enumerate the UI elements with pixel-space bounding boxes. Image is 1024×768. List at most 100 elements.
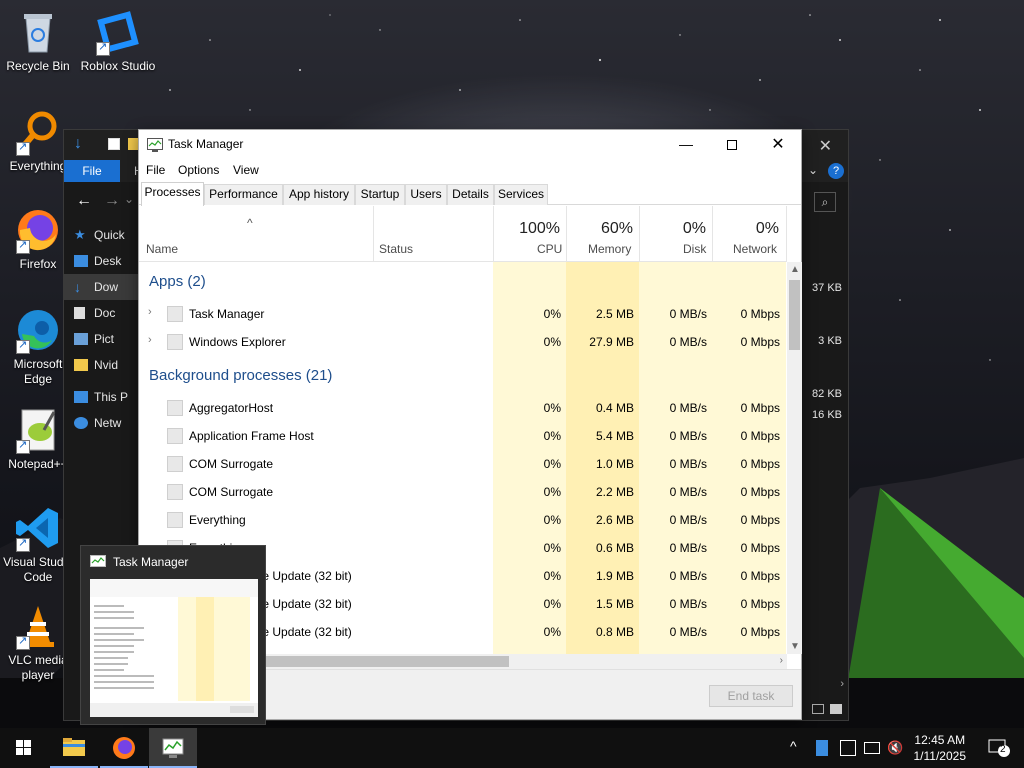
volume-muted-icon[interactable]: 🔇 <box>887 740 903 756</box>
tray-display-icon[interactable] <box>864 742 880 754</box>
recent-chevron-icon[interactable]: ⌄ <box>124 192 134 206</box>
tab-details[interactable]: Details <box>447 184 494 205</box>
shortcut-arrow-icon <box>16 438 30 454</box>
sidebar-item-pictures[interactable]: Pict <box>64 326 142 352</box>
table-row[interactable]: AggregatorHost 0% 0.4 MB 0 MB/s 0 Mbps <box>139 394 787 422</box>
column-network[interactable]: Network <box>733 242 777 256</box>
chevron-down-icon[interactable]: ⌄ <box>808 163 818 177</box>
column-status[interactable]: Status <box>379 242 413 256</box>
sidebar-item-network[interactable]: Netw <box>64 410 142 436</box>
tray-app-icon[interactable] <box>816 740 828 756</box>
process-net-value: 0 Mbps <box>740 335 780 349</box>
scroll-up-arrow-icon[interactable]: ▲ <box>790 264 800 275</box>
disk-total[interactable]: 0% <box>641 220 706 238</box>
group-apps[interactable]: Apps (2) <box>139 266 787 296</box>
sidebar-item-desktop[interactable]: Desk <box>64 248 142 274</box>
maximize-button[interactable] <box>709 130 755 159</box>
process-disk-value: 0 MB/s <box>669 457 707 471</box>
cpu-total[interactable]: 100% <box>495 220 560 238</box>
tab-performance[interactable]: Performance <box>204 184 283 205</box>
preview-thumbnail-image[interactable] <box>90 579 258 717</box>
process-mem-value: 5.4 MB <box>595 429 634 443</box>
table-row[interactable]: Application Frame Host 0% 5.4 MB 0 MB/s 0 Mb… <box>139 422 787 450</box>
table-row[interactable]: Everything 0% 2.6 MB 0 MB/s 0 Mbps <box>139 506 787 534</box>
process-net-value: 0 Mbps <box>740 485 780 499</box>
help-icon[interactable]: ? <box>828 163 844 179</box>
expand-chevron-icon[interactable]: › <box>148 306 152 318</box>
firefox-icon <box>113 737 135 759</box>
expand-chevron-icon[interactable]: › <box>148 334 152 346</box>
scrollbar-thumb[interactable] <box>789 280 800 350</box>
taskbar-file-explorer[interactable] <box>50 728 98 768</box>
column-cpu[interactable]: CPU <box>537 242 562 256</box>
column-name[interactable]: Name <box>146 242 178 256</box>
sidebar-item-this-pc[interactable]: This P <box>64 384 142 410</box>
tab-users[interactable]: Users <box>405 184 447 205</box>
table-row[interactable]: COM Surrogate 0% 1.0 MB 0 MB/s 0 Mbps <box>139 450 787 478</box>
process-disk-value: 0 MB/s <box>669 541 707 555</box>
process-icon <box>167 428 183 444</box>
desktop-icon-recycle-bin[interactable]: Recycle Bin <box>0 8 76 74</box>
shortcut-arrow-icon <box>16 536 30 552</box>
network-total[interactable]: 0% <box>714 220 779 238</box>
explorer-file-tab[interactable]: File <box>64 160 120 182</box>
menu-file[interactable]: File <box>146 163 165 177</box>
column-disk[interactable]: Disk <box>683 242 706 256</box>
start-button[interactable] <box>0 728 48 768</box>
notification-badge: 2 <box>1000 744 1006 755</box>
taskbar-task-manager[interactable] <box>149 728 197 768</box>
vlc-cone-icon <box>14 602 62 650</box>
table-row[interactable]: › Task Manager 0% 2.5 MB 0 MB/s 0 Mbps <box>139 300 787 328</box>
desktop-icon-roblox-studio[interactable]: Roblox Studio <box>80 8 156 74</box>
sidebar-item-quick-access[interactable]: ★ Quick <box>64 222 142 248</box>
pictures-icon <box>74 333 88 345</box>
end-task-button[interactable]: End task <box>709 685 793 707</box>
group-background-processes[interactable]: Background processes (21) <box>139 360 787 390</box>
menu-bar: File Options View <box>139 159 801 181</box>
minimize-button[interactable]: — <box>663 130 709 159</box>
recycle-bin-icon <box>14 8 62 56</box>
search-icon[interactable]: ⌕ <box>814 192 836 212</box>
preview-title: Task Manager <box>113 555 189 569</box>
details-view-icon[interactable] <box>812 704 824 714</box>
memory-total[interactable]: 60% <box>568 220 633 238</box>
tray-security-icon[interactable] <box>840 740 856 756</box>
shortcut-arrow-icon <box>16 338 30 354</box>
firefox-icon <box>14 206 62 254</box>
sidebar-item-downloads[interactable]: ↓ Dow <box>64 274 142 300</box>
download-folder-icon: ↓ <box>74 279 81 295</box>
taskbar-thumbnail-preview[interactable]: Task Manager <box>80 545 266 725</box>
forward-arrow-icon[interactable]: → <box>104 192 120 210</box>
tab-app-history[interactable]: App history <box>283 184 355 205</box>
back-arrow-icon[interactable]: ← <box>76 192 92 210</box>
explorer-close-icon[interactable]: ✕ <box>819 136 832 156</box>
clock-time: 12:45 AM <box>914 733 966 747</box>
scroll-right-arrow-icon[interactable]: › <box>840 678 844 690</box>
clock[interactable]: 12:45 AM 1/11/2025 <box>914 732 967 764</box>
table-row[interactable]: › Windows Explorer 0% 27.9 MB 0 MB/s 0 Mbps <box>139 328 787 356</box>
sidebar-item-nvidia[interactable]: Nvid <box>64 352 142 378</box>
menu-view[interactable]: View <box>233 163 259 177</box>
file-size: 82 KB <box>812 388 842 400</box>
taskbar-firefox[interactable] <box>100 728 148 768</box>
vertical-scrollbar[interactable]: ▲ ▼ <box>787 262 802 654</box>
tab-startup[interactable]: Startup <box>355 184 405 205</box>
scroll-down-arrow-icon[interactable]: ▼ <box>790 641 800 652</box>
large-icons-view-icon[interactable] <box>830 704 842 714</box>
close-button[interactable]: ✕ <box>755 130 801 159</box>
tab-services[interactable]: Services <box>494 184 548 205</box>
scroll-right-arrow-icon[interactable]: › <box>780 655 783 666</box>
column-memory[interactable]: Memory <box>588 242 631 256</box>
notifications-button[interactable]: 2 <box>988 738 1010 758</box>
menu-options[interactable]: Options <box>178 163 219 177</box>
process-icon <box>167 400 183 416</box>
folder-icon <box>63 738 85 756</box>
task-manager-titlebar[interactable]: Task Manager — ✕ <box>139 130 801 159</box>
process-net-value: 0 Mbps <box>740 513 780 527</box>
sidebar-item-documents[interactable]: Doc <box>64 300 142 326</box>
table-row[interactable]: COM Surrogate 0% 2.2 MB 0 MB/s 0 Mbps <box>139 478 787 506</box>
tab-processes[interactable]: Processes <box>141 182 204 206</box>
file-size: 37 KB <box>812 282 842 294</box>
show-hidden-icons-chevron-icon[interactable]: ^ <box>790 738 797 754</box>
process-mem-value: 2.5 MB <box>595 307 634 321</box>
